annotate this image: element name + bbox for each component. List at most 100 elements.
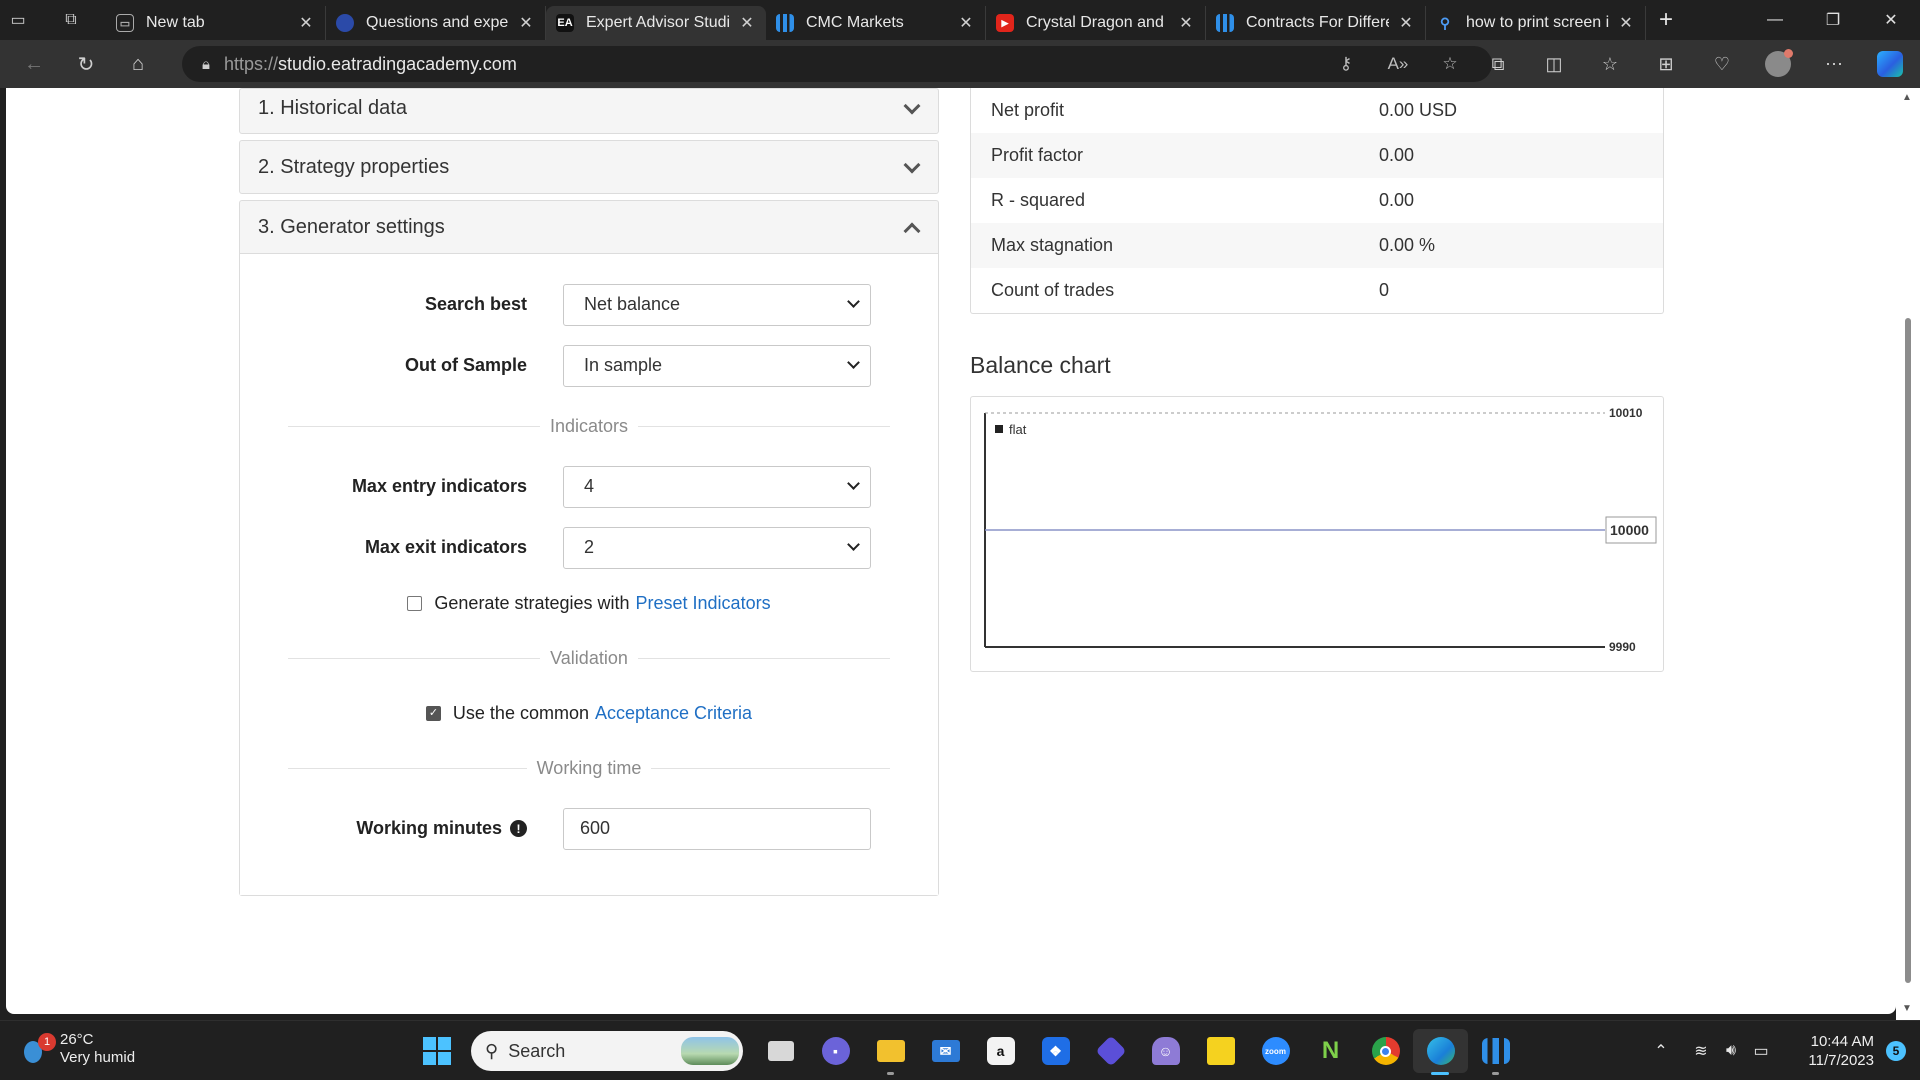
close-icon[interactable]: ✕ <box>297 13 315 33</box>
stat-label: Max stagnation <box>991 235 1114 255</box>
workspaces-icon[interactable]: ⧉ <box>36 0 106 40</box>
label-text: Working minutes <box>356 818 502 838</box>
lock-icon[interactable]: 🔒︎ <box>202 56 210 73</box>
dropbox-icon[interactable]: ❖ <box>1028 1029 1083 1073</box>
y-tick-label: 10010 <box>1609 406 1643 420</box>
search-best-select[interactable]: Net balance <box>563 283 871 326</box>
tab-label: CMC Markets <box>806 14 904 31</box>
zoom-icon[interactable]: zoom <box>1248 1029 1303 1073</box>
weather-temperature: 26°C <box>60 1031 94 1048</box>
volume-icon[interactable]: 🔊︎ <box>1716 1042 1746 1060</box>
chevron-down-icon <box>848 300 858 310</box>
split-screen-icon[interactable]: ◫ <box>1526 40 1582 88</box>
tab-expert-advisor-studio[interactable]: EA Expert Advisor Studio ✕ <box>546 6 766 40</box>
close-icon[interactable]: ✕ <box>957 13 975 33</box>
close-window-icon[interactable]: ✕ <box>1862 0 1920 40</box>
more-menu-icon[interactable]: ⋯ <box>1806 40 1862 88</box>
tab-questions[interactable]: Questions and exper ✕ <box>326 6 546 40</box>
ghost-app-icon[interactable]: ☺ <box>1138 1029 1193 1073</box>
tab-crystal-dragon[interactable]: ▶ Crystal Dragon and L ✕ <box>986 6 1206 40</box>
tab-new-tab[interactable]: ▭ New tab ✕ <box>106 6 326 40</box>
close-icon[interactable]: ✕ <box>738 13 756 33</box>
tab-actions-icon[interactable]: ▭ <box>0 0 36 40</box>
scrollbar-thumb[interactable] <box>1905 318 1911 983</box>
scroll-up-icon[interactable]: ▲ <box>1902 92 1912 103</box>
task-view-icon[interactable] <box>753 1029 808 1073</box>
clock[interactable]: 10:44 AM 11/7/2023 <box>1784 1032 1874 1070</box>
cmc-icon <box>1216 14 1234 32</box>
search-best-label: Search best <box>424 294 527 314</box>
preset-indicators-link[interactable]: Preset Indicators <box>636 593 771 614</box>
preset-indicators-checkbox[interactable] <box>407 595 423 611</box>
working-time-divider: Working time <box>258 738 920 798</box>
weather-text: 26°C Very humid <box>60 1031 135 1067</box>
panel-historical-data: 1. Historical data <box>239 88 939 134</box>
chrome-icon[interactable] <box>1358 1029 1413 1073</box>
mail-icon[interactable]: ✉ <box>918 1029 973 1073</box>
chevron-up-icon <box>904 219 920 235</box>
max-exit-select[interactable]: 2 <box>563 526 871 569</box>
info-icon[interactable]: ! <box>510 820 527 837</box>
read-aloud-icon[interactable]: A» <box>1372 54 1424 74</box>
favorite-star-icon[interactable]: ☆ <box>1424 54 1476 74</box>
taskbar-search[interactable]: ⚲ Search <box>471 1031 743 1071</box>
copilot-icon[interactable] <box>1862 40 1918 88</box>
password-key-icon[interactable]: ⚷ <box>1320 54 1372 74</box>
file-explorer-icon[interactable] <box>863 1029 918 1075</box>
weather-badge: 1 <box>38 1033 56 1051</box>
tab-print-screen-search[interactable]: ⚲ how to print screen i ✕ <box>1426 6 1646 40</box>
url-field[interactable]: 🔒︎ https://studio.eatradingacademy.com ⚷… <box>182 46 1492 82</box>
y-tick-label: 9990 <box>1609 640 1636 654</box>
start-windows-icon[interactable] <box>415 1029 459 1073</box>
page-scrollbar[interactable]: ▲ ▼ <box>1896 88 1920 1020</box>
out-of-sample-select[interactable]: In sample <box>563 344 871 387</box>
weather-widget[interactable]: 1 26°C Very humid <box>22 1031 135 1067</box>
close-icon[interactable]: ✕ <box>1177 13 1195 33</box>
edge-icon[interactable] <box>1413 1029 1468 1075</box>
sticky-notes-icon[interactable] <box>1193 1029 1248 1073</box>
restore-icon[interactable]: ❐ <box>1804 0 1862 40</box>
collections-icon[interactable]: ⊞ <box>1638 40 1694 88</box>
chevron-up-icon[interactable]: ⌃ <box>1646 1041 1676 1061</box>
validation-divider: Validation <box>258 628 920 688</box>
profile-avatar[interactable] <box>1750 40 1806 88</box>
browser-toolbar: ⧉ ◫ ☆ ⊞ ♡ ⋯ <box>1470 40 1918 88</box>
tab-cmc-markets[interactable]: CMC Markets ✕ <box>766 6 986 40</box>
back-icon[interactable]: ← <box>8 40 60 88</box>
weather-rain-icon: 1 <box>22 1033 56 1063</box>
home-icon[interactable]: ⌂ <box>112 40 164 88</box>
panel-header-strategy-properties[interactable]: 2. Strategy properties <box>240 141 938 193</box>
close-icon[interactable]: ✕ <box>1397 13 1415 33</box>
stat-label: R - squared <box>991 190 1086 210</box>
scroll-down-icon[interactable]: ▼ <box>1902 1003 1912 1014</box>
acceptance-criteria-checkbox[interactable]: ✓ <box>425 705 441 721</box>
windows-taskbar: 1 26°C Very humid ⚲ Search ▪ ✉ a ❖ ☺ zoo… <box>0 1020 1920 1080</box>
tab-label: Crystal Dragon and L <box>1026 14 1169 31</box>
minimize-icon[interactable]: — <box>1746 0 1804 40</box>
cmc-taskbar-icon[interactable] <box>1468 1029 1523 1075</box>
battery-icon[interactable]: ▭ <box>1746 1041 1776 1061</box>
stat-label: Profit factor <box>991 145 1084 165</box>
stat-value: 0.00 % <box>1379 235 1436 255</box>
search-best-row: Search best Net balance <box>258 274 920 335</box>
new-tab-button[interactable]: + <box>1646 0 1686 40</box>
wifi-icon[interactable]: ≋ <box>1686 1041 1716 1061</box>
working-minutes-input[interactable]: 600 <box>563 807 871 850</box>
tab-contracts-for-difference[interactable]: Contracts For Differe ✕ <box>1206 6 1426 40</box>
favorites-icon[interactable]: ☆ <box>1582 40 1638 88</box>
browser-essentials-icon[interactable]: ♡ <box>1694 40 1750 88</box>
teams-chat-icon[interactable]: ▪ <box>808 1029 863 1073</box>
max-entry-select[interactable]: 4 <box>563 465 871 508</box>
close-icon[interactable]: ✕ <box>517 13 535 33</box>
notification-badge[interactable]: 5 <box>1886 1041 1906 1061</box>
acceptance-criteria-link[interactable]: Acceptance Criteria <box>595 703 752 724</box>
extensions-icon[interactable]: ⧉ <box>1470 40 1526 88</box>
panel-header-generator-settings[interactable]: 3. Generator settings <box>240 201 938 253</box>
amazon-icon[interactable]: a <box>973 1029 1028 1073</box>
refresh-icon[interactable]: ↻ <box>60 40 112 88</box>
panel-header-historical-data[interactable]: 1. Historical data <box>240 88 938 133</box>
media-player-icon[interactable] <box>1083 1029 1138 1073</box>
balance-chart-title: Balance chart <box>970 352 1111 378</box>
n-app-icon[interactable]: N <box>1303 1029 1358 1073</box>
close-icon[interactable]: ✕ <box>1617 13 1635 33</box>
